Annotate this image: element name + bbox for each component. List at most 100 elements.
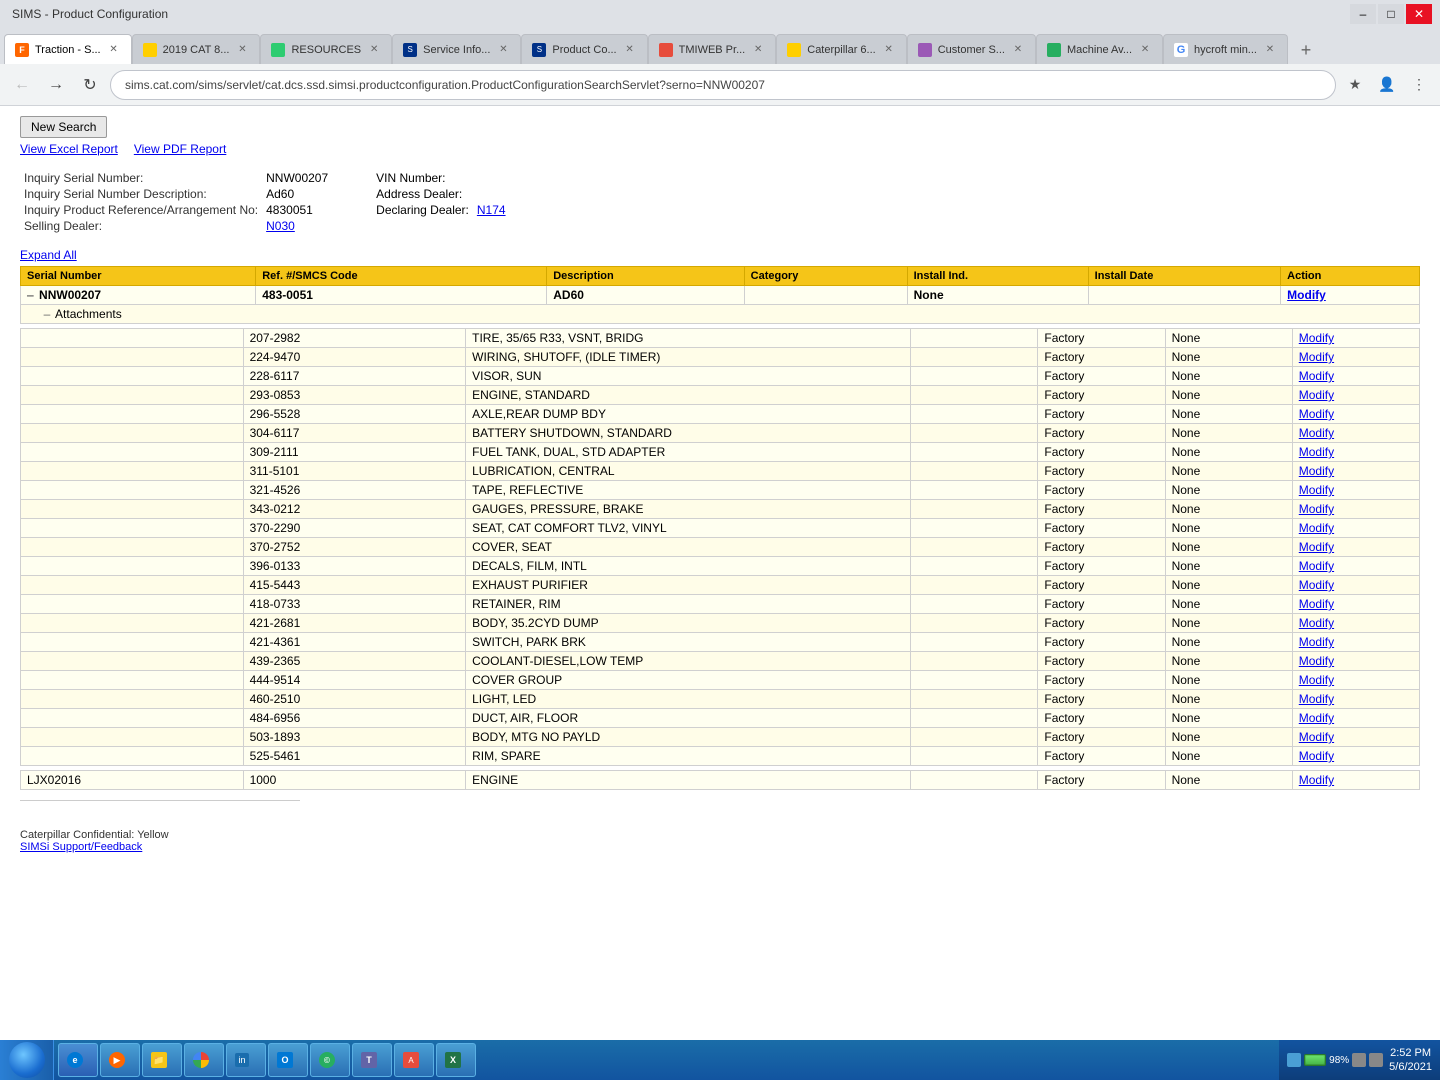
row-action-link[interactable]: Modify [1299, 331, 1334, 345]
tab-label-service: Service Info... [423, 44, 490, 56]
row-action-link[interactable]: Modify [1299, 350, 1334, 364]
taskbar-app-ie[interactable]: e [58, 1043, 98, 1077]
tab-caterpillar[interactable]: Caterpillar 6... ✕ [776, 34, 906, 64]
close-button[interactable]: ✕ [1406, 4, 1432, 24]
row-desc: ENGINE, STANDARD [466, 386, 911, 405]
row-action-link[interactable]: Modify [1299, 369, 1334, 383]
row-action-link[interactable]: Modify [1299, 578, 1334, 592]
row-ref: 396-0133 [243, 557, 466, 576]
row-desc: TIRE, 35/65 R33, VSNT, BRIDG [466, 329, 911, 348]
row-action-link[interactable]: Modify [1299, 426, 1334, 440]
ljx-install-date: None [1165, 771, 1292, 790]
ljx-modify-link[interactable]: Modify [1299, 773, 1334, 787]
url-text: sims.cat.com/sims/servlet/cat.dcs.ssd.si… [125, 78, 765, 92]
start-orb [9, 1042, 45, 1078]
tab-customer[interactable]: Customer S... ✕ [907, 34, 1036, 64]
row-action-link[interactable]: Modify [1299, 483, 1334, 497]
taskbar-app-excel[interactable]: X [436, 1043, 476, 1077]
tab-close-caterpillar[interactable]: ✕ [882, 43, 896, 57]
row-ref: 343-0212 [243, 500, 466, 519]
selling-dealer-link[interactable]: N030 [266, 219, 295, 233]
tab-cat2019[interactable]: 2019 CAT 8... ✕ [132, 34, 261, 64]
row-action-link[interactable]: Modify [1299, 673, 1334, 687]
row-action-link[interactable]: Modify [1299, 711, 1334, 725]
row-action-link[interactable]: Modify [1299, 616, 1334, 630]
row-install-date: None [1165, 329, 1292, 348]
simsi-support-link[interactable]: SIMSi Support/Feedback [20, 841, 142, 853]
row-serial [21, 443, 244, 462]
taskbar-app-generic[interactable]: A [394, 1043, 434, 1077]
row-install-date: None [1165, 538, 1292, 557]
taskbar-app-infor[interactable]: in [226, 1043, 266, 1077]
vin-row: VIN Number: [372, 170, 509, 186]
tab-close-productco[interactable]: ✕ [623, 43, 637, 57]
row-action-link[interactable]: Modify [1299, 559, 1334, 573]
expand-all-link[interactable]: Expand All [20, 248, 77, 262]
attachments-collapse-icon[interactable]: ‒ [44, 307, 51, 321]
forward-button[interactable]: → [42, 71, 70, 99]
row-category [911, 595, 1038, 614]
maximize-button[interactable]: □ [1378, 4, 1404, 24]
taskbar-app-outlook[interactable]: O [268, 1043, 308, 1077]
taskbar-app-chrome[interactable] [184, 1043, 224, 1077]
col-install-date: Install Date [1088, 267, 1281, 286]
row-action: Modify [1292, 614, 1419, 633]
tab-hycroft[interactable]: G hycroft min... ✕ [1163, 34, 1288, 64]
reload-button[interactable]: ↻ [76, 71, 104, 99]
collapse-icon[interactable]: ‒ [27, 288, 34, 302]
row-install-ind: Factory [1038, 348, 1165, 367]
serial-root-install-ind: None [907, 286, 1088, 305]
profile-button[interactable]: 👤 [1374, 72, 1400, 98]
tab-productco[interactable]: S Product Co... ✕ [521, 34, 647, 64]
taskbar-app-media[interactable]: ▶ [100, 1043, 140, 1077]
row-action-link[interactable]: Modify [1299, 749, 1334, 763]
tab-close-service[interactable]: ✕ [496, 43, 510, 57]
row-action-link[interactable]: Modify [1299, 502, 1334, 516]
row-action-link[interactable]: Modify [1299, 521, 1334, 535]
row-action-link[interactable]: Modify [1299, 635, 1334, 649]
tab-close-resources[interactable]: ✕ [367, 43, 381, 57]
tab-close-traction[interactable]: ✕ [107, 43, 121, 57]
view-excel-link[interactable]: View Excel Report [20, 142, 118, 156]
row-serial [21, 462, 244, 481]
minimize-button[interactable]: – [1350, 4, 1376, 24]
tab-traction[interactable]: F Traction - S... ✕ [4, 34, 132, 64]
tab-close-hycroft[interactable]: ✕ [1263, 43, 1277, 57]
row-action-link[interactable]: Modify [1299, 597, 1334, 611]
serial-root-modify-link[interactable]: Modify [1287, 288, 1326, 302]
tab-close-cat2019[interactable]: ✕ [235, 43, 249, 57]
url-bar[interactable]: sims.cat.com/sims/servlet/cat.dcs.ssd.si… [110, 70, 1336, 100]
declaring-dealer-link[interactable]: N174 [477, 203, 506, 217]
tab-resources[interactable]: RESOURCES ✕ [260, 34, 392, 64]
tab-service[interactable]: S Service Info... ✕ [392, 34, 521, 64]
taskbar-app-cdi[interactable]: © [310, 1043, 350, 1077]
tab-close-machine[interactable]: ✕ [1138, 43, 1152, 57]
taskbar-app-teams[interactable]: T [352, 1043, 392, 1077]
start-button[interactable] [0, 1040, 54, 1080]
row-category [911, 481, 1038, 500]
row-desc: EXHAUST PURIFIER [466, 576, 911, 595]
tab-close-tmiweb[interactable]: ✕ [751, 43, 765, 57]
back-button[interactable]: ← [8, 71, 36, 99]
bookmark-button[interactable]: ★ [1342, 72, 1368, 98]
row-desc: WIRING, SHUTOFF, (IDLE TIMER) [466, 348, 911, 367]
row-action-link[interactable]: Modify [1299, 388, 1334, 402]
new-tab-button[interactable]: + [1292, 36, 1320, 64]
attachments-label: Attachments [55, 307, 122, 321]
tab-tmiweb[interactable]: TMIWEB Pr... ✕ [648, 34, 777, 64]
tab-machine[interactable]: Machine Av... ✕ [1036, 34, 1163, 64]
row-action-link[interactable]: Modify [1299, 730, 1334, 744]
row-action-link[interactable]: Modify [1299, 445, 1334, 459]
row-action-link[interactable]: Modify [1299, 692, 1334, 706]
row-action-link[interactable]: Modify [1299, 464, 1334, 478]
row-action-link[interactable]: Modify [1299, 407, 1334, 421]
tab-close-customer[interactable]: ✕ [1011, 43, 1025, 57]
row-action-link[interactable]: Modify [1299, 540, 1334, 554]
taskbar-app-folder[interactable]: 📁 [142, 1043, 182, 1077]
view-pdf-link[interactable]: View PDF Report [134, 142, 226, 156]
new-search-button[interactable]: New Search [20, 116, 107, 138]
row-desc: SWITCH, PARK BRK [466, 633, 911, 652]
vin-label: VIN Number: [372, 170, 473, 186]
menu-button[interactable]: ⋮ [1406, 72, 1432, 98]
row-action-link[interactable]: Modify [1299, 654, 1334, 668]
